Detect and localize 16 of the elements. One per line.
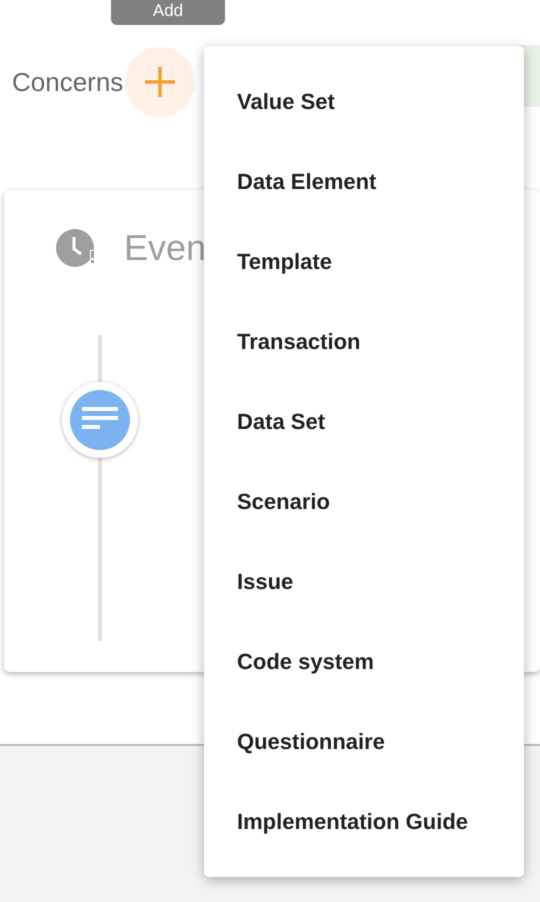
notes-icon xyxy=(70,390,130,450)
menu-item[interactable]: Questionnaire xyxy=(204,701,524,781)
menu-item[interactable]: Implementation Guide xyxy=(204,781,524,861)
card-title: Even xyxy=(124,226,206,270)
menu-item[interactable]: Issue xyxy=(204,541,524,621)
menu-item[interactable]: Value Set xyxy=(204,61,524,141)
menu-item[interactable]: Data Element xyxy=(204,141,524,221)
menu-item[interactable]: Transaction xyxy=(204,301,524,381)
tooltip: Add xyxy=(111,0,225,25)
menu-item[interactable]: Scenario xyxy=(204,461,524,541)
clock-alert-icon xyxy=(56,228,96,268)
section-label: Concerns xyxy=(12,66,124,98)
menu-item[interactable]: Template xyxy=(204,221,524,301)
menu-item[interactable]: Data Set xyxy=(204,381,524,461)
plus-icon xyxy=(144,66,176,98)
menu-item[interactable]: Code system xyxy=(204,621,524,701)
